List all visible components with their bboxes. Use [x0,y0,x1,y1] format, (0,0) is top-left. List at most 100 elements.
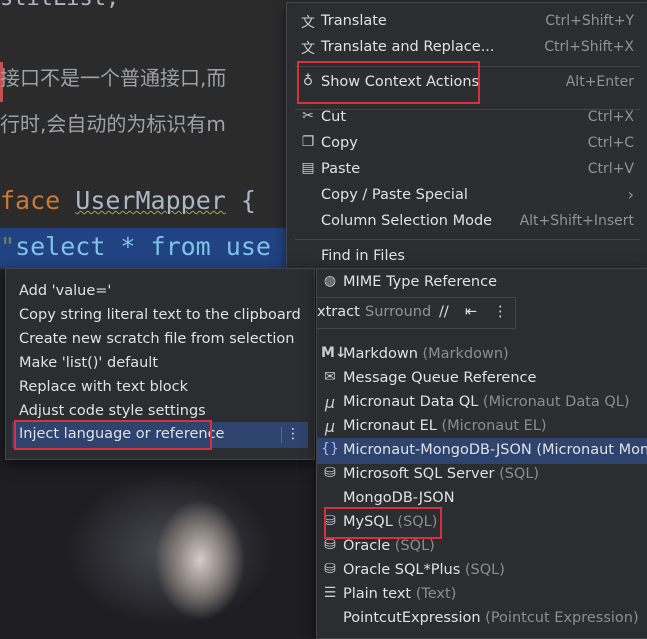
lang-text: Micronaut-MongoDB-JSON (Micronaut Mong [343,442,647,458]
lang-name: Message Queue Reference [343,370,537,386]
chevron-right-icon: › [627,185,634,204]
lang-text: Markdown (Markdown) [343,346,509,362]
lang-item-message-queue[interactable]: ✉ Message Queue Reference [317,366,647,392]
copy-icon: ❐ [301,134,315,150]
intention-label: Replace with text block [19,379,189,395]
lang-subtitle: (Micronaut Mong [536,442,647,458]
lang-name: Oracle [343,538,391,554]
menu-item-label: Find in Files [321,248,405,264]
lang-item-pointcut-expression[interactable]: PointcutExpression (Pointcut Expression) [317,606,647,632]
menu-item-translate[interactable]: 文 Translate Ctrl+Shift+Y [287,9,647,35]
lang-item-oracle[interactable]: ⛁ Oracle (SQL) [317,534,647,560]
globe-icon: ◍ [323,273,337,289]
translate-icon: 文 [301,15,315,31]
intention-actions-popup: Add 'value=' Copy string literal text to… [5,268,315,460]
code-line: stitList; [0,0,119,11]
lang-subtitle: (Markdown) [422,346,509,362]
menu-shortcut: Alt+Shift+Insert [519,213,634,229]
lang-subtitle: (SQL) [464,562,505,578]
menu-shortcut: Ctrl+V [587,161,634,177]
menu-shortcut: Ctrl+X [587,109,634,125]
menu-item-label: Copy / Paste Special [321,187,468,203]
brace: { [240,186,256,215]
lang-item-markdown[interactable]: M↓ Markdown (Markdown) [317,342,647,368]
menu-item-cut[interactable]: ✂ Cut Ctrl+X [287,105,647,131]
divider [281,427,282,443]
more-vertical-icon[interactable]: ⋮ [493,304,508,320]
intention-label: Create new scratch file from selection [19,331,295,347]
lang-text: Micronaut Data QL (Micronaut Data QL) [343,394,630,410]
cut-icon: ✂ [302,108,314,124]
extract-button[interactable]: xtract [317,304,360,320]
menu-item-copy-paste-special[interactable]: Copy / Paste Special › [287,183,647,209]
lang-text: PointcutExpression (Pointcut Expression) [343,610,639,626]
lang-subtitle: (Micronaut Data QL) [482,394,630,410]
lang-subtitle: (Text) [415,586,457,602]
menu-item-label: Copy [321,135,358,151]
lang-text: Oracle (SQL) [343,538,435,554]
menu-item-paste[interactable]: ▤ Paste Ctrl+V [287,157,647,183]
intention-copy-literal[interactable]: Copy string literal text to the clipboar… [6,303,314,329]
lang-text: Oracle SQL*Plus (SQL) [343,562,505,578]
lang-subtitle: (SQL) [499,466,540,482]
intention-make-default[interactable]: Make 'list()' default [6,351,314,377]
class-name: UserMapper [75,186,226,215]
lang-text: Micronaut EL (Micronaut EL) [343,418,547,434]
lang-item-micronaut-mongodb-json[interactable]: {} Micronaut-MongoDB-JSON (Micronaut Mon… [317,438,647,464]
keyword: face [0,186,61,215]
json-braces-icon: {} [321,441,339,457]
menu-item-column-selection-mode[interactable]: Column Selection Mode Alt+Shift+Insert [287,209,647,235]
more-vertical-icon[interactable]: ⋮ [286,426,300,442]
database-icon: ⛁ [324,561,336,577]
intention-label: Add 'value=' [19,283,112,299]
menu-shortcut: Alt+Enter [565,74,634,90]
intention-label: Make 'list()' default [19,355,159,371]
quote: " [0,232,16,261]
comment-line: 接口不是一个普通接口,而 [0,66,227,90]
intention-add-value[interactable]: Add 'value=' [6,279,314,305]
interface-declaration: face UserMapper { [0,186,256,215]
format-icon[interactable]: ⇤ [465,304,477,320]
lang-name: Oracle SQL*Plus [343,562,461,578]
intention-label: Adjust code style settings [19,403,206,419]
lang-item-micronaut-el[interactable]: μ Micronaut EL (Micronaut EL) [317,414,647,440]
background-artwork [0,440,330,637]
menu-shortcut: Ctrl+Shift+Y [545,13,634,29]
lang-name: PointcutExpression [343,610,481,626]
lang-subtitle: (Pointcut Expression) [485,610,639,626]
message-queue-icon: ✉ [324,369,336,385]
intention-create-scratch[interactable]: Create new scratch file from selection [6,327,314,353]
menu-item-label: Column Selection Mode [321,213,493,229]
lang-name: Markdown [343,346,418,362]
menu-separator [295,239,640,240]
lang-item-plain-text[interactable]: ☰ Plain text (Text) [317,582,647,608]
lang-name: Micronaut-MongoDB-JSON [343,442,532,458]
lang-item-oracle-sqlplus[interactable]: ⛁ Oracle SQL*Plus (SQL) [317,558,647,584]
menu-item-find-in-files[interactable]: Find in Files [287,244,647,270]
text-lines-icon: ☰ [323,585,337,601]
menu-item-label: Paste [321,161,361,177]
lang-name: MIME Type Reference [343,274,497,290]
lang-item-mime-type-reference[interactable]: ◍ MIME Type Reference [317,270,647,296]
menu-shortcut: Ctrl+C [587,135,634,151]
intention-label: Copy string literal text to the clipboar… [19,307,301,323]
lang-subtitle: (Micronaut EL) [441,418,547,434]
menu-item-translate-and-replace[interactable]: 文 Translate and Replace... Ctrl+Shift+X [287,35,647,61]
surround-button[interactable]: Surround [365,304,431,320]
selected-string-literal[interactable]: "select * from use [0,228,300,268]
editor-context-menu: 文 Translate Ctrl+Shift+Y 文 Translate and… [286,2,647,270]
menu-item-copy[interactable]: ❐ Copy Ctrl+C [287,131,647,157]
paste-icon: ▤ [301,160,315,176]
comment-icon[interactable]: // [439,304,449,320]
intention-replace-text-block[interactable]: Replace with text block [6,375,314,401]
highlight-box [297,61,480,104]
translate-replace-icon: 文 [301,41,315,57]
menu-item-label: Cut [321,109,346,125]
lang-name: MongoDB-JSON [343,490,455,506]
lang-item-microsoft-sql-server[interactable]: ⛁ Microsoft SQL Server (SQL) [317,462,647,488]
floating-toolbar: xtract Surround // ⇤ ⋮ [316,297,516,329]
lang-subtitle: (SQL) [394,538,435,554]
menu-item-label: Translate and Replace... [321,39,495,55]
lang-item-micronaut-data-ql[interactable]: μ Micronaut Data QL (Micronaut Data QL) [317,390,647,416]
lang-name: Plain text [343,586,412,602]
